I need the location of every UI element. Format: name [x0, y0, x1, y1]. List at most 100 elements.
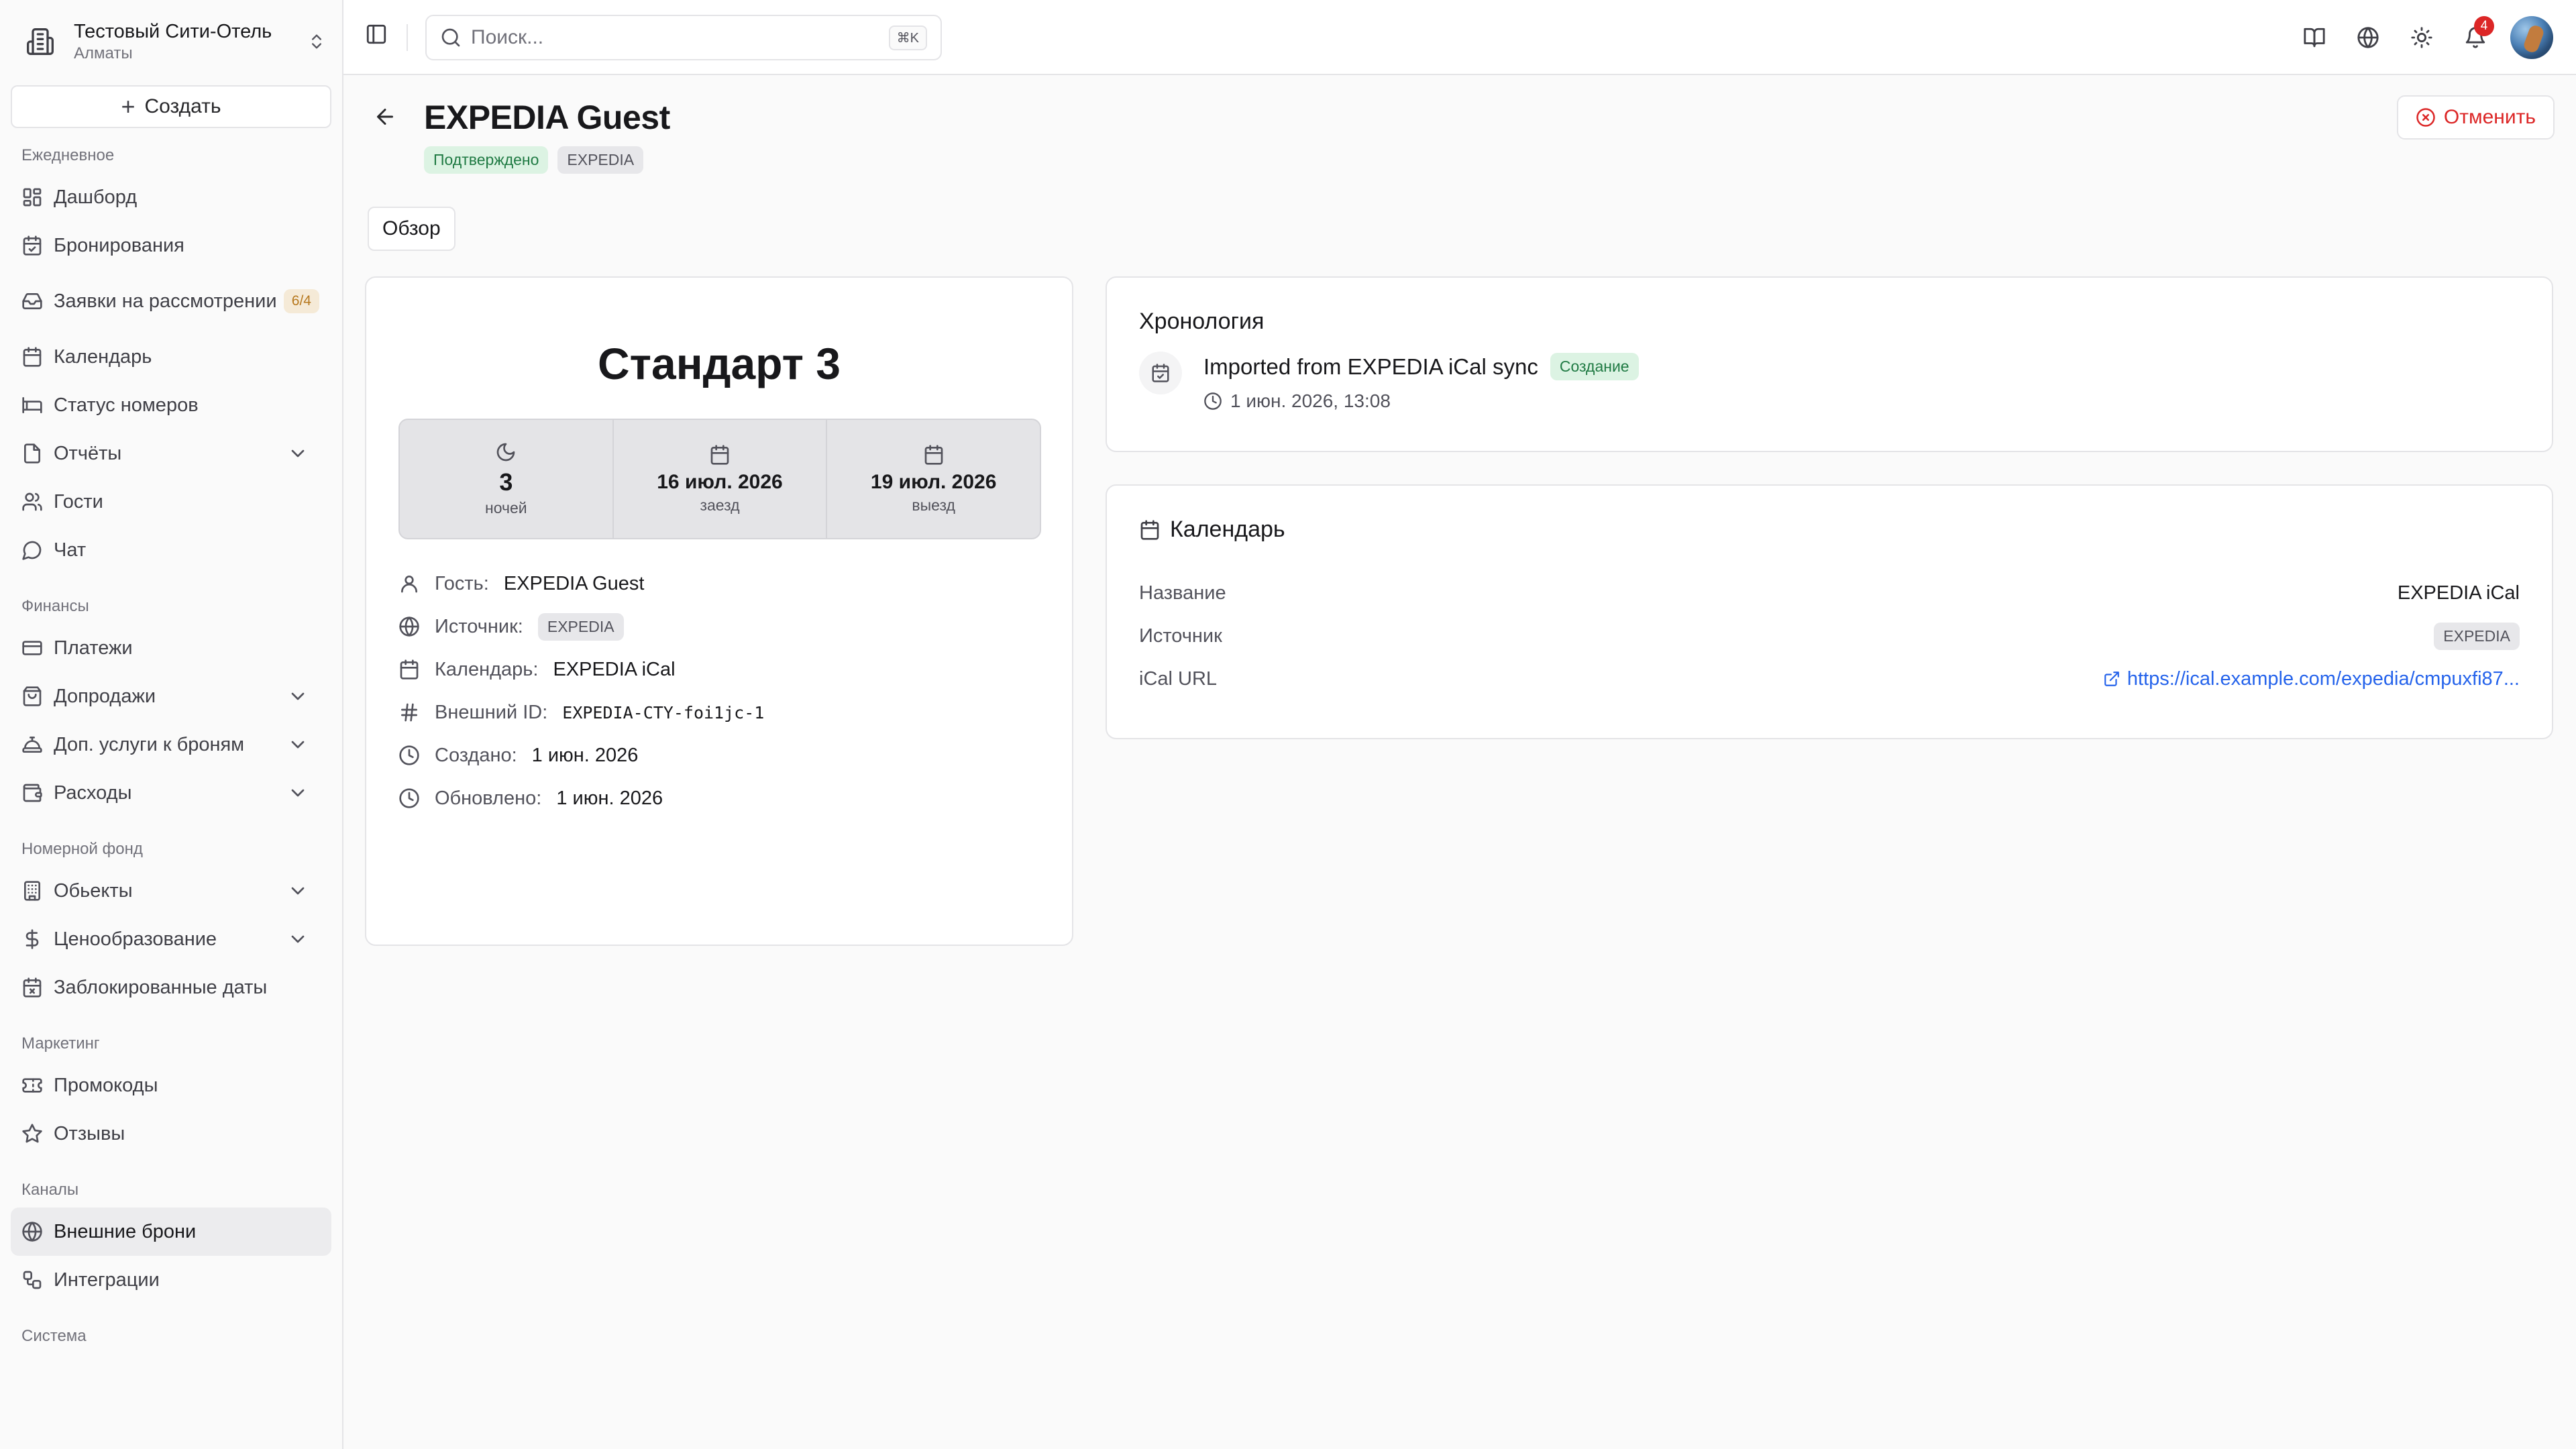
reservation-card: Стандарт 3 3 ночей 16 июл. 2026 заезд 19… — [365, 276, 1073, 946]
detail-label: Календарь: — [435, 658, 539, 680]
sidebar-item-expenses[interactable]: Расходы — [11, 769, 331, 817]
source-badge: EXPEDIA — [537, 612, 624, 641]
star-icon — [21, 1123, 54, 1144]
clock-icon — [1203, 392, 1230, 411]
sidebar-item-promo-codes[interactable]: Промокоды — [11, 1061, 331, 1110]
sidebar-item-bookings[interactable]: Бронирования — [11, 221, 331, 270]
sidebar-item-external-bookings[interactable]: Внешние брони — [11, 1208, 331, 1256]
org-switcher[interactable]: Тестовый Сити-Отель Алматы — [20, 15, 326, 68]
sidebar-item-calendar[interactable]: Календарь — [11, 333, 331, 381]
sidebar-item-dashboard[interactable]: Дашборд — [11, 173, 331, 221]
timeline-event-timestamp: 1 июн. 2026, 13:08 — [1230, 390, 1391, 411]
sidebar-item-reviews[interactable]: Отзывы — [11, 1110, 331, 1158]
timeline-event-title: Imported from EXPEDIA iCal sync — [1203, 354, 1538, 379]
sidebar-item-room-status[interactable]: Статус номеров — [11, 381, 331, 429]
sidebar-item-properties[interactable]: Обьекты — [11, 867, 331, 915]
chevron-down-icon — [287, 928, 319, 950]
sidebar-item-label: Чат — [54, 539, 87, 561]
sidebar-toggle-icon[interactable] — [365, 23, 388, 46]
file-icon — [21, 443, 54, 464]
sidebar-nav: Ежедневное Дашборд Бронирования Заявки н… — [11, 145, 331, 1354]
detail-created: Создано: 1 июн. 2026 — [398, 734, 764, 777]
detail-updated: Обновлено: 1 июн. 2026 — [398, 777, 764, 820]
sidebar-item-pending-requests[interactable]: Заявки на рассмотрении 6/4 — [11, 270, 331, 333]
chevron-down-icon — [287, 880, 319, 902]
user-icon — [398, 573, 435, 594]
bell-icon[interactable]: 4 — [2453, 15, 2498, 60]
room-name: Стандарт 3 — [598, 339, 841, 388]
sidebar-item-pricing[interactable]: Ценообразование — [11, 915, 331, 963]
nav-group-label: Маркетинг — [21, 1034, 100, 1053]
detail-label: Источник: — [435, 615, 523, 637]
sidebar-item-blocked-dates[interactable]: Заблокированные даты — [11, 963, 331, 1012]
sidebar-item-label: Дашборд — [54, 186, 138, 208]
calendar-icon — [398, 659, 435, 680]
search-input[interactable] — [471, 26, 889, 49]
sun-theme-icon[interactable] — [2399, 15, 2445, 60]
top-bar: ⌘K 4 — [343, 0, 2576, 75]
reservation-details: Гость: EXPEDIA Guest Источник: EXPEDIA К… — [398, 562, 764, 820]
clock-icon — [398, 788, 435, 809]
nav-group-label: Система — [21, 1327, 87, 1345]
sidebar-item-guests[interactable]: Гости — [11, 478, 331, 526]
create-button[interactable]: + Создать — [11, 85, 331, 128]
ical-url-link[interactable]: https://ical.example.com/expedia/cmpuxfi… — [2103, 668, 2520, 690]
source-badge: EXPEDIA — [557, 146, 644, 174]
sidebar-item-reports[interactable]: Отчёты — [11, 429, 331, 478]
sidebar-item-extra-services[interactable]: Доп. услуги к броням — [11, 720, 331, 769]
workflow-icon — [21, 1269, 54, 1291]
calendar-url-row: iCal URL https://ical.example.com/expedi… — [1139, 657, 2520, 700]
org-name: Тестовый Сити-Отель — [74, 21, 272, 42]
avatar[interactable] — [2510, 16, 2553, 59]
sidebar-item-label: Ценообразование — [54, 928, 217, 950]
detail-external-id: Внешний ID: EXPEDIA-CTY-foi1jc-1 — [398, 691, 764, 734]
language-globe-icon[interactable] — [2345, 15, 2391, 60]
sidebar-item-label: Календарь — [54, 346, 152, 368]
notification-count-badge: 4 — [2474, 16, 2494, 36]
sidebar-item-chat[interactable]: Чат — [11, 526, 331, 574]
row-value: EXPEDIA iCal — [2397, 582, 2520, 604]
back-arrow-icon[interactable] — [373, 105, 397, 129]
clock-icon — [398, 745, 435, 766]
sidebar-item-integrations[interactable]: Интеграции — [11, 1256, 331, 1304]
sidebar-item-upsells[interactable]: Допродажи — [11, 672, 331, 720]
chevron-down-icon — [287, 443, 319, 464]
sidebar-item-label: Промокоды — [54, 1075, 158, 1096]
sidebar-item-label: Доп. услуги к броням — [54, 734, 245, 755]
search-box[interactable]: ⌘K — [425, 15, 942, 60]
sidebar-item-label: Бронирования — [54, 235, 184, 256]
book-open-icon[interactable] — [2292, 15, 2337, 60]
sidebar-item-payments[interactable]: Платежи — [11, 624, 331, 672]
row-label: iCal URL — [1139, 667, 1218, 690]
row-label: Название — [1139, 582, 1226, 604]
timeline-title: Хронология — [1139, 309, 1265, 334]
calendar-card: Календарь Название EXPEDIA iCal Источник… — [1106, 484, 2553, 739]
users-icon — [21, 491, 54, 513]
calendar-check-icon — [21, 235, 54, 256]
tab-overview[interactable]: Обзор — [368, 207, 455, 251]
sidebar-item-label: Отзывы — [54, 1123, 125, 1144]
detail-value: EXPEDIA-CTY-foi1jc-1 — [562, 702, 765, 722]
ical-url-text: https://ical.example.com/expedia/cmpuxfi… — [2127, 667, 2520, 690]
checkout-date: 19 июл. 2026 — [870, 470, 997, 493]
calendar-icon — [21, 346, 54, 368]
nav-group-label: Финансы — [21, 597, 89, 615]
nights-value: 3 — [499, 468, 513, 496]
cancel-button[interactable]: Отменить — [2396, 95, 2555, 140]
concierge-bell-icon — [21, 734, 54, 755]
chevron-down-icon — [287, 734, 319, 755]
detail-value: 1 июн. 2026 — [556, 787, 663, 809]
calendar-icon — [923, 444, 945, 471]
calendar-icon — [1139, 519, 1170, 541]
checkin-date: 16 июл. 2026 — [657, 470, 783, 493]
pending-count-badge: 6/4 — [283, 289, 319, 313]
globe-icon — [398, 616, 435, 637]
plus-icon: + — [121, 93, 136, 120]
checkin-label: заезд — [700, 496, 740, 514]
calendar-x-icon — [21, 977, 54, 998]
sidebar-item-label: Обьекты — [54, 880, 133, 902]
sidebar-item-label: Заявки на рассмотрении — [54, 290, 277, 312]
detail-label: Создано: — [435, 744, 517, 766]
ticket-icon — [21, 1075, 54, 1096]
timeline-event: Imported from EXPEDIA iCal sync Создание — [1203, 353, 1648, 380]
